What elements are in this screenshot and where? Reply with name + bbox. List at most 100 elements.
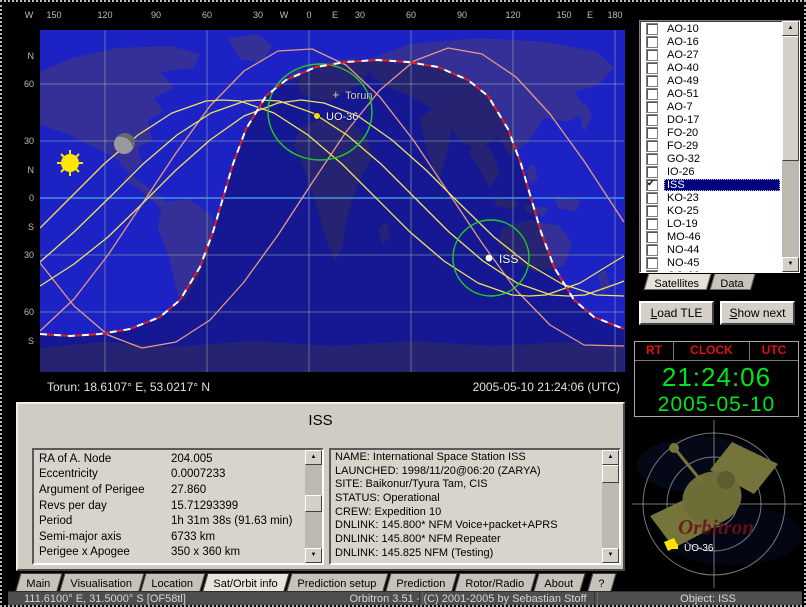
satellite-name: LO-19: [664, 218, 780, 230]
satellite-row[interactable]: IO-26: [642, 166, 780, 179]
satellite-row[interactable]: AO-40: [642, 62, 780, 75]
scroll-down-icon[interactable]: ▼: [305, 548, 322, 563]
satellite-checkbox[interactable]: [646, 23, 658, 35]
satellite-row[interactable]: NO-44: [642, 243, 780, 256]
satellite-checkbox[interactable]: [646, 75, 658, 87]
main-tab[interactable]: Prediction: [386, 573, 458, 591]
satellite-list[interactable]: AO-10 AO-16 AO-27 AO-40 AO-49 AO-51 AO-7: [639, 20, 800, 273]
satellite-row[interactable]: AO-49: [642, 75, 780, 88]
sat-detail-row: DNLINK: 145.800* NFM Voice+packet+APRS: [331, 519, 602, 533]
longitude-tick-label: 180: [607, 10, 622, 20]
sat-detail-row: DNLINK: 145.800* NFM Repeater: [331, 533, 602, 547]
latitude-tick-label: N: [16, 51, 34, 61]
scroll-up-icon[interactable]: ▲: [305, 450, 322, 465]
satellite-name: AO-10: [664, 23, 780, 35]
latitude-tick-label: 60: [16, 307, 34, 317]
satellite-row[interactable]: NO-45: [642, 256, 780, 269]
sat-details-scrollbar[interactable]: ▲ ▼: [602, 450, 619, 563]
satellite-checkbox[interactable]: [646, 62, 658, 74]
satellite-checkbox[interactable]: [646, 205, 658, 217]
main-tab[interactable]: Location: [141, 573, 206, 591]
scroll-down-icon[interactable]: ▼: [602, 548, 619, 563]
satellite-checkbox[interactable]: [646, 127, 658, 139]
satellite-row[interactable]: KO-23: [642, 192, 780, 205]
main-tab[interactable]: About: [533, 573, 585, 591]
scrollbar-thumb[interactable]: [305, 495, 322, 512]
satellite-row[interactable]: FO-20: [642, 127, 780, 140]
satellite-name: NO-44: [664, 244, 780, 256]
radar-uo36-label: UO-36: [684, 543, 714, 554]
satellite-checkbox[interactable]: [646, 270, 658, 273]
load-tle-button[interactable]: Load TLE: [639, 301, 714, 325]
satellite-checkbox[interactable]: [646, 244, 658, 256]
satellite-checkbox[interactable]: [646, 36, 658, 48]
satellite-checkbox[interactable]: [646, 166, 658, 178]
uo36-label: UO-36: [326, 111, 358, 123]
main-tab[interactable]: Prediction setup: [287, 573, 389, 591]
satellite-row[interactable]: MO-46: [642, 231, 780, 244]
satellite-checkbox[interactable]: [646, 231, 658, 243]
iss-marker[interactable]: [486, 255, 493, 262]
satellite-checkbox[interactable]: [646, 153, 658, 165]
list-tab[interactable]: Satellites: [644, 274, 711, 290]
satellite-row[interactable]: ISS: [642, 179, 780, 192]
satellite-row[interactable]: FO-29: [642, 140, 780, 153]
orbit-data-row: Revs per day 15.71293399: [34, 498, 305, 514]
sat-details-listbox[interactable]: NAME: International Space Station ISSLAU…: [329, 448, 621, 565]
satellite-name: FO-29: [664, 140, 780, 152]
satellite-checkbox[interactable]: [646, 140, 658, 152]
clock-zone-utc[interactable]: UTC: [750, 342, 798, 360]
satellite-checkbox[interactable]: [646, 114, 658, 126]
satellite-row[interactable]: DO-17: [642, 114, 780, 127]
satellite-row[interactable]: GO-32: [642, 153, 780, 166]
main-tab[interactable]: Main: [15, 573, 62, 591]
show-next-button[interactable]: Show next: [720, 301, 795, 325]
clock-time: 21:24:06: [635, 362, 798, 393]
main-tab[interactable]: Rotor/Radio: [454, 573, 536, 591]
main-tab[interactable]: Sat/Orbit info: [202, 573, 289, 591]
world-map[interactable]: + Torun UO-36 ISS: [40, 30, 625, 372]
latitude-tick-label: 30: [16, 250, 34, 260]
satellite-row[interactable]: KO-25: [642, 205, 780, 218]
status-object-name: Object: ISS: [680, 593, 736, 605]
satellite-row[interactable]: AO-7: [642, 101, 780, 114]
help-tab[interactable]: ?: [587, 573, 616, 591]
satellite-checkbox[interactable]: [646, 179, 658, 191]
satellite-name: NO-45: [664, 257, 780, 269]
clock-mode-rt[interactable]: RT: [635, 342, 674, 360]
orbit-data-row: Argument of Perigee 27.860: [34, 482, 305, 498]
clock-title[interactable]: CLOCK: [674, 342, 750, 360]
satellite-row[interactable]: LO-19: [642, 218, 780, 231]
sat-detail-row: NAME: International Space Station ISS: [331, 451, 602, 465]
scrollbar-thumb[interactable]: [782, 36, 799, 161]
latitude-tick-label: N: [16, 165, 34, 175]
orbit-data-scrollbar[interactable]: ▲ ▼: [305, 450, 322, 563]
satellite-row[interactable]: AO-16: [642, 36, 780, 49]
satellite-checkbox[interactable]: [646, 257, 658, 269]
satellite-row[interactable]: AO-10: [642, 23, 780, 36]
scroll-up-icon[interactable]: ▲: [602, 450, 619, 465]
sat-orbit-info-panel: ISS RA of A. Node 204.005 Eccentricity 0…: [16, 402, 625, 571]
satellite-row[interactable]: AO-51: [642, 88, 780, 101]
satellite-checkbox[interactable]: [646, 192, 658, 204]
satellite-row[interactable]: OO-38: [642, 269, 780, 273]
satellite-list-scrollbar[interactable]: ▲ ▼: [782, 21, 799, 272]
scroll-down-icon[interactable]: ▼: [782, 257, 799, 272]
list-tabs: SatellitesData: [646, 274, 756, 289]
uo36-marker[interactable]: [314, 113, 320, 119]
satellite-checkbox[interactable]: [646, 49, 658, 61]
satellite-name: MO-46: [664, 231, 780, 243]
clock-date: 2005-05-10: [635, 393, 798, 417]
orbit-data-row: Perigee x Apogee 350 x 360 km: [34, 545, 305, 561]
longitude-tick-label: 90: [457, 10, 467, 20]
scroll-up-icon[interactable]: ▲: [782, 21, 799, 36]
satellite-checkbox[interactable]: [646, 218, 658, 230]
satellite-checkbox[interactable]: [646, 101, 658, 113]
satellite-row[interactable]: AO-27: [642, 49, 780, 62]
satellite-checkbox[interactable]: [646, 88, 658, 100]
longitude-tick-label: W: [280, 10, 289, 20]
main-tab[interactable]: Visualisation: [59, 573, 144, 591]
scrollbar-thumb[interactable]: [602, 465, 619, 483]
list-tab[interactable]: Data: [709, 274, 755, 290]
orbit-data-listbox[interactable]: RA of A. Node 204.005 Eccentricity 0.000…: [32, 448, 324, 565]
